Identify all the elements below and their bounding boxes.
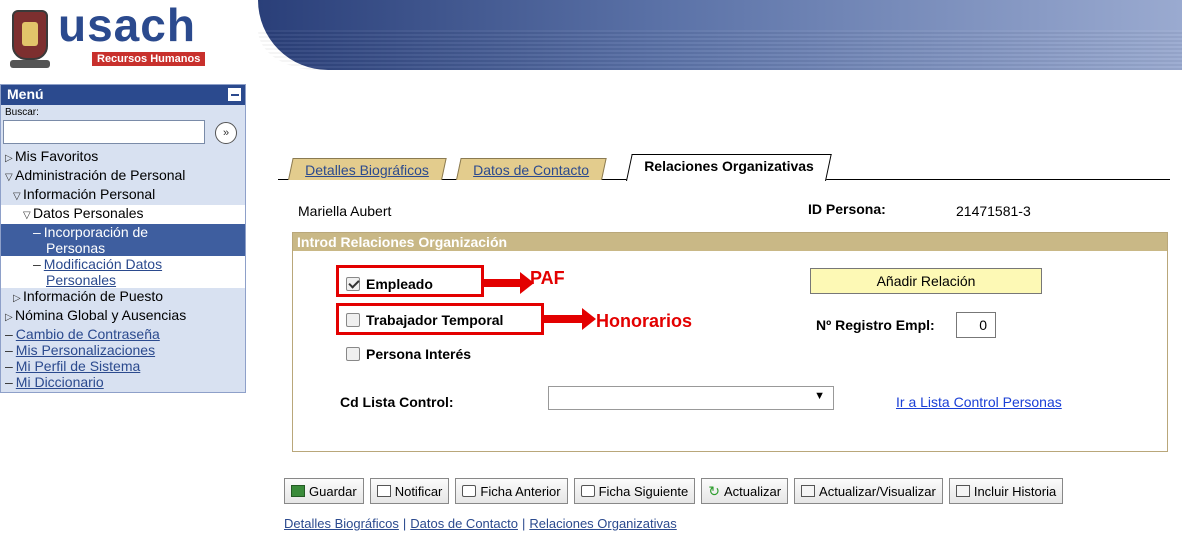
menu-title: Menú (7, 86, 44, 102)
triangle-right-icon: ▷ (5, 153, 13, 164)
header-banner (258, 0, 1182, 70)
arrow-left-icon (462, 485, 477, 497)
menu-item-informacion-personal[interactable]: ▽ Información Personal (1, 186, 245, 205)
next-tab-button[interactable]: Ficha Siguiente (573, 478, 696, 504)
cd-lista-control-label: Cd Lista Control: (340, 394, 454, 410)
menu-item-modificacion-datos[interactable]: – Modificación Datos Personales (1, 256, 245, 288)
dash-icon: – (5, 342, 13, 358)
bottom-link-datos-contacto[interactable]: Datos de Contacto (410, 516, 518, 531)
notify-icon (376, 485, 391, 497)
ir-lista-control-link[interactable]: Ir a Lista Control Personas (896, 394, 1062, 410)
registro-empl-label: Nº Registro Empl: (816, 317, 935, 333)
annotation-honorarios: Honorarios (596, 311, 693, 331)
triangle-down-icon: ▽ (5, 172, 13, 183)
add-relation-button[interactable]: Añadir Relación (810, 268, 1042, 294)
bottom-tab-links: Detalles Biográficos | Datos de Contacto | R… (284, 516, 677, 531)
tab-bar: Detalles Biográficos Datos de Contacto R… (278, 154, 1170, 181)
triangle-right-icon: ▷ (5, 312, 13, 323)
logo-name: usach (58, 0, 196, 51)
registro-empl-input[interactable]: 0 (956, 312, 996, 338)
arrow-right-icon (580, 485, 595, 497)
bottom-link-relaciones-organizativas[interactable]: Relaciones Organizativas (529, 516, 676, 531)
annotation-box-trabajador-temporal (336, 303, 544, 335)
menu-item-cambio-contrasena[interactable]: – Cambio de Contraseña (1, 326, 245, 342)
bottom-link-detalles-biograficos[interactable]: Detalles Biográficos (284, 516, 399, 531)
annotation-box-empleado (336, 265, 484, 297)
tab-relaciones-organizativas[interactable]: Relaciones Organizativas (626, 154, 832, 181)
link-separator: | (521, 516, 526, 531)
menu-item-mi-diccionario[interactable]: – Mi Diccionario (1, 374, 245, 392)
link-separator: | (402, 516, 407, 531)
tab-datos-contacto[interactable]: Datos de Contacto (456, 158, 607, 180)
logo-subtitle: Recursos Humanos (92, 52, 206, 66)
search-row: » (1, 118, 245, 148)
save-icon (291, 485, 305, 497)
tab-detalles-biograficos[interactable]: Detalles Biográficos (288, 158, 447, 180)
refresh-icon: ↻ (708, 483, 720, 499)
checkbox-persona-interes-label: Persona Interés (366, 346, 472, 362)
usach-logo: usach Recursos Humanos (8, 0, 238, 76)
triangle-down-icon: ▽ (23, 210, 31, 221)
id-persona-label: ID Persona: (808, 201, 886, 217)
checkbox-persona-interes[interactable] (346, 347, 360, 361)
menu-header: Menú (1, 85, 245, 105)
menu-item-mi-perfil-sistema[interactable]: – Mi Perfil de Sistema (1, 358, 245, 374)
refresh-view-button[interactable]: Actualizar/Visualizar (794, 478, 943, 504)
cd-lista-control-select[interactable] (548, 386, 834, 410)
previous-tab-button[interactable]: Ficha Anterior (455, 478, 568, 504)
search-go-button[interactable]: » (215, 122, 237, 144)
dash-icon: – (5, 374, 13, 390)
notify-button[interactable]: Notificar (369, 478, 450, 504)
checkbox-persona-interes-row: Persona Interés (346, 346, 471, 362)
collapse-icon[interactable] (228, 88, 241, 101)
university-crest-icon (10, 10, 50, 68)
dash-icon: – (33, 256, 41, 272)
search-label: Buscar: (5, 107, 39, 118)
left-menu: Menú Buscar: » ▷ Mis Favoritos ▽ Administr… (0, 84, 246, 393)
menu-item-datos-personales[interactable]: ▽ Datos Personales (1, 205, 245, 224)
annotation-arrow-honorarios-icon (544, 308, 596, 330)
annotation-paf: PAF (530, 268, 565, 288)
menu-item-administracion-personal[interactable]: ▽ Administración de Personal (1, 167, 245, 186)
menu-item-nomina-global[interactable]: ▷ Nómina Global y Ausencias (1, 307, 245, 326)
refresh-button[interactable]: ↻ Actualizar (701, 478, 789, 504)
id-persona-value: 21471581-3 (956, 203, 1031, 219)
menu-item-mis-personalizaciones[interactable]: – Mis Personalizaciones (1, 342, 245, 358)
action-toolbar: Guardar Notificar Ficha Anterior Ficha S… (284, 478, 1064, 504)
search-input[interactable] (3, 120, 205, 144)
dash-icon: – (33, 224, 41, 240)
triangle-down-icon: ▽ (13, 191, 21, 202)
menu-item-incorporacion-personas[interactable]: – Incorporación de Personas (1, 224, 245, 256)
save-button[interactable]: Guardar (284, 478, 364, 504)
history-icon (955, 485, 970, 497)
triangle-right-icon: ▷ (13, 293, 21, 304)
menu-item-informacion-puesto[interactable]: ▷ Información de Puesto (1, 288, 245, 307)
dash-icon: – (5, 358, 13, 374)
annotation-arrow-paf-icon (484, 272, 534, 294)
menu-item-mis-favoritos[interactable]: ▷ Mis Favoritos (1, 148, 245, 167)
edit-view-icon (801, 485, 816, 497)
section-title: Introd Relaciones Organización (293, 233, 1167, 251)
include-history-button[interactable]: Incluir Historia (948, 478, 1064, 504)
person-name: Mariella Aubert (298, 203, 392, 219)
dash-icon: – (5, 326, 13, 342)
